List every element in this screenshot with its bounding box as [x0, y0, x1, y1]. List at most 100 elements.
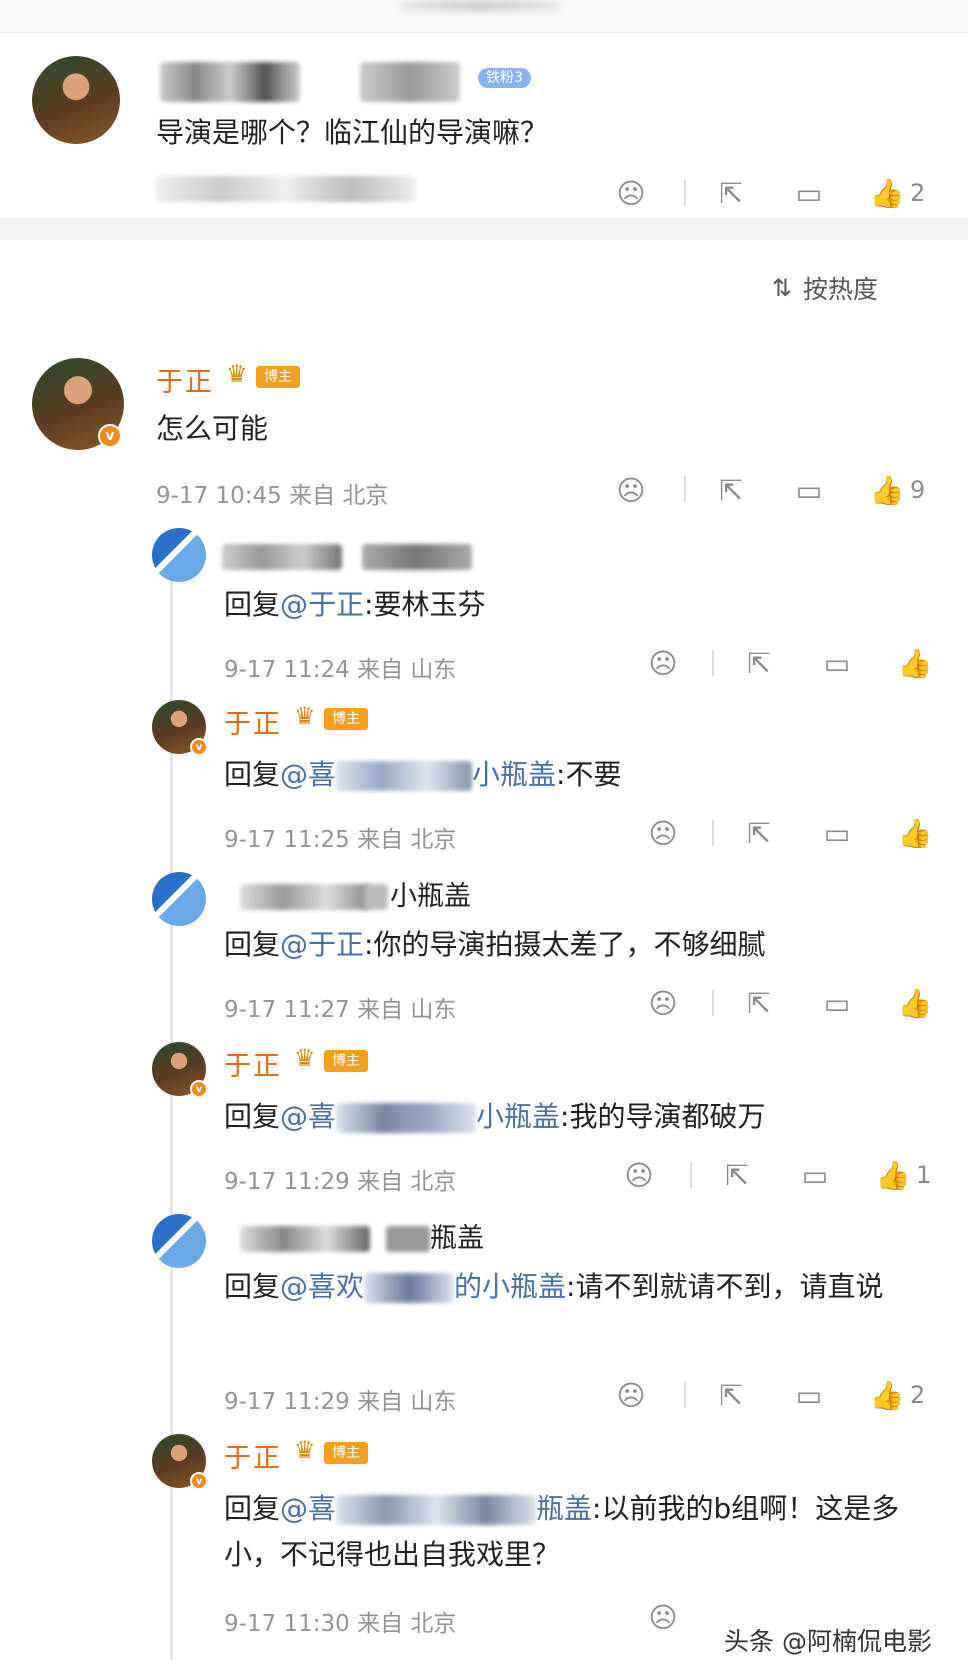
- comment-action-group: ⇱ ▭ 👍: [742, 816, 932, 850]
- reply-prefix: 回复: [224, 1492, 281, 1525]
- comment-source: 来自 北京: [289, 483, 389, 509]
- crown-icon: ♛: [294, 702, 316, 730]
- avatar[interactable]: [152, 872, 206, 926]
- comment-text: 回复@喜欢 的小瓶盖:请不到就请不到，请直说: [224, 1264, 914, 1310]
- reply-icon[interactable]: ▭: [792, 176, 826, 210]
- comment-time: 9-17 11:25: [224, 827, 350, 853]
- avatar[interactable]: [152, 528, 206, 582]
- reply-icon[interactable]: ▭: [820, 986, 854, 1020]
- comment-actions: ☹: [622, 1158, 656, 1192]
- share-icon[interactable]: ⇱: [742, 816, 776, 850]
- comment-action-group: ⇱ ▭ 👍: [742, 646, 932, 680]
- comment-text: 回复@喜 小瓶盖:不要: [224, 752, 621, 798]
- share-icon[interactable]: ⇱: [714, 473, 748, 507]
- comment-actions: ☹: [614, 1378, 648, 1412]
- dislike-icon[interactable]: ☹: [614, 1378, 648, 1412]
- blogger-badge: 博主: [324, 708, 368, 730]
- dislike-icon[interactable]: ☹: [614, 473, 648, 507]
- action-divider: [690, 1162, 692, 1188]
- username-blurred: [222, 544, 342, 570]
- mention-link-tail[interactable]: 的小瓶盖: [454, 1270, 566, 1303]
- verified-badge-icon: v: [98, 424, 122, 448]
- mention-link[interactable]: @喜: [280, 1100, 336, 1133]
- share-icon[interactable]: ⇱: [720, 1158, 754, 1192]
- comment-actions: ☹: [646, 1600, 680, 1634]
- comment-time: 9-17 11:29: [224, 1389, 350, 1415]
- mention-blurred: [336, 1495, 537, 1525]
- reply-icon[interactable]: ▭: [820, 646, 854, 680]
- parent-meta-blurred: [156, 176, 416, 202]
- username-blurred-2: [364, 884, 388, 910]
- sort-icon: ⇅: [771, 274, 793, 302]
- like-count: 2: [910, 179, 926, 207]
- mention-link[interactable]: @喜: [280, 758, 336, 791]
- comment-source: 来自 北京: [357, 1611, 457, 1637]
- comment-username-tail[interactable]: 瓶盖: [430, 1216, 484, 1255]
- like-count: 1: [916, 1161, 932, 1189]
- share-icon[interactable]: ⇱: [714, 1378, 748, 1412]
- share-icon[interactable]: ⇱: [714, 176, 748, 210]
- share-icon[interactable]: ⇱: [742, 986, 776, 1020]
- dislike-icon[interactable]: ☹: [646, 816, 680, 850]
- dislike-icon[interactable]: ☹: [646, 646, 680, 680]
- reply-icon[interactable]: ▭: [798, 1158, 832, 1192]
- mention-link[interactable]: @于正: [280, 588, 364, 621]
- comment-time: 9-17 11:27: [224, 997, 350, 1023]
- avatar[interactable]: [152, 1214, 206, 1268]
- comment-username[interactable]: 于正: [224, 1436, 282, 1475]
- action-divider: [684, 476, 686, 502]
- mention-link-tail[interactable]: 瓶盖: [536, 1492, 592, 1525]
- like-icon[interactable]: 👍: [876, 1158, 911, 1192]
- crown-icon: ♛: [226, 360, 248, 388]
- like-count: 9: [910, 476, 926, 504]
- blogger-badge: 博主: [324, 1442, 368, 1464]
- like-icon[interactable]: 👍: [898, 816, 933, 850]
- comment-action-group: ⇱ ▭ 👍 2: [714, 1378, 925, 1412]
- reply-prefix: 回复: [224, 758, 281, 791]
- comment-source: 来自 山东: [357, 997, 457, 1023]
- reply-icon[interactable]: ▭: [792, 473, 826, 507]
- dislike-icon[interactable]: ☹: [646, 1600, 680, 1634]
- like-icon[interactable]: 👍: [870, 473, 905, 507]
- comment-actions: ☹: [614, 473, 648, 507]
- comment-username[interactable]: 于正: [224, 1044, 282, 1083]
- reply-icon[interactable]: ▭: [792, 1378, 826, 1412]
- comment-actions: ☹: [646, 646, 680, 680]
- comment-username-tail[interactable]: 小瓶盖: [390, 874, 471, 913]
- mention-link[interactable]: @于正: [280, 928, 364, 961]
- action-divider: [684, 180, 686, 206]
- mention-blurred: [336, 1103, 477, 1133]
- parent-username-blurred-2: [360, 62, 460, 102]
- comment-source: 来自 北京: [357, 827, 457, 853]
- like-icon[interactable]: 👍: [898, 646, 933, 680]
- mention-blurred: [336, 761, 473, 791]
- comment-meta: 9-17 11:30 来自 北京: [224, 1604, 456, 1638]
- comment-source: 来自 山东: [357, 657, 457, 683]
- dislike-icon[interactable]: ☹: [622, 1158, 656, 1192]
- mention-link[interactable]: @喜欢: [280, 1270, 364, 1303]
- dislike-icon[interactable]: ☹: [614, 176, 648, 210]
- verified-badge-icon: v: [190, 738, 208, 756]
- parent-avatar[interactable]: [32, 56, 120, 144]
- dislike-icon[interactable]: ☹: [646, 986, 680, 1020]
- header-title-blurred: [400, 0, 560, 12]
- header-strip: [0, 0, 968, 33]
- comment-actions: ☹: [646, 986, 680, 1020]
- like-icon[interactable]: 👍: [898, 986, 933, 1020]
- parent-actions: ☹: [614, 176, 648, 210]
- reply-icon[interactable]: ▭: [820, 816, 854, 850]
- comment-meta: 9-17 11:29 来自 北京: [224, 1162, 456, 1196]
- mention-link[interactable]: @喜: [280, 1492, 336, 1525]
- comment-meta: 9-17 10:45 来自 北京: [156, 476, 388, 510]
- mention-link-tail[interactable]: 小瓶盖: [472, 758, 556, 791]
- reply-prefix: 回复: [224, 1270, 281, 1303]
- parent-comment-text: 导演是哪个？临江仙的导演嘛？: [156, 116, 549, 149]
- share-icon[interactable]: ⇱: [742, 646, 776, 680]
- comment-username[interactable]: 于正: [156, 360, 214, 399]
- blogger-badge: 博主: [256, 366, 300, 388]
- comment-username[interactable]: 于正: [224, 702, 282, 741]
- sort-button[interactable]: ⇅ 按热度: [765, 270, 878, 306]
- like-icon[interactable]: 👍: [870, 1378, 905, 1412]
- mention-link-tail[interactable]: 小瓶盖: [476, 1100, 560, 1133]
- like-icon[interactable]: 👍: [870, 176, 905, 210]
